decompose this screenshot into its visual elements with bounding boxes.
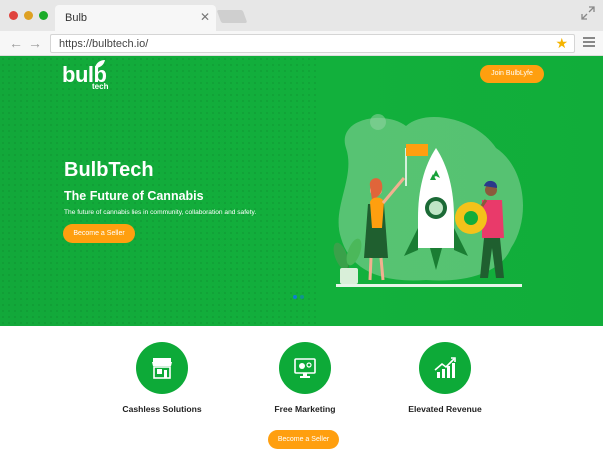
marketing-monitor-icon — [294, 358, 316, 378]
feature-label: Cashless Solutions — [122, 404, 202, 414]
tab-close-icon[interactable]: ✕ — [200, 11, 210, 23]
hero-section: bulb tech Join BulbLyfe BulbTech The Fut… — [0, 56, 603, 326]
browser-tab[interactable]: Bulb ✕ — [55, 5, 216, 31]
feature-icon-circle — [279, 342, 331, 394]
hero-description: The future of cannabis lies in community… — [64, 209, 257, 216]
storefront-icon — [152, 358, 172, 379]
carousel-dot[interactable] — [300, 295, 304, 299]
hamburger-menu-icon[interactable] — [583, 37, 595, 48]
browser-toolbar: ← → https://bulbtech.io/ ★ — [0, 31, 603, 56]
new-tab-button[interactable] — [216, 10, 248, 23]
tab-title: Bulb — [65, 12, 88, 24]
become-seller-bottom-button[interactable]: Become a Seller — [268, 430, 339, 449]
hero-title: BulbTech — [64, 159, 154, 181]
carousel-indicators — [293, 295, 309, 299]
logo-subtext: tech — [92, 82, 109, 91]
feature-cashless-solutions: Cashless Solutions — [97, 342, 227, 417]
address-bar[interactable]: https://bulbtech.io/ ★ — [50, 34, 575, 53]
growth-chart-icon — [434, 357, 456, 378]
become-seller-hero-button[interactable]: Become a Seller — [63, 224, 135, 243]
back-arrow-icon[interactable]: ← — [9, 36, 23, 50]
rocket-team-illustration — [333, 114, 523, 287]
feature-free-marketing: Free Marketing — [240, 342, 370, 417]
feature-icon-circle — [419, 342, 471, 394]
join-bulblyfe-button[interactable]: Join BulbLyfe — [480, 65, 544, 83]
maximize-window-icon[interactable] — [39, 11, 48, 20]
feature-elevated-revenue: Elevated Revenue — [380, 342, 510, 417]
browser-tab-bar: Bulb ✕ — [0, 0, 603, 31]
forward-arrow-icon[interactable]: → — [28, 36, 42, 50]
site-logo[interactable]: bulb tech — [62, 60, 118, 96]
minimize-window-icon[interactable] — [24, 11, 33, 20]
feature-icon-circle — [136, 342, 188, 394]
close-window-icon[interactable] — [9, 11, 18, 20]
fullscreen-icon[interactable] — [581, 6, 595, 20]
bookmark-star-icon[interactable]: ★ — [555, 35, 568, 52]
feature-label: Free Marketing — [274, 404, 336, 414]
url-text[interactable]: https://bulbtech.io/ — [59, 38, 148, 50]
hero-subtitle: The Future of Cannabis — [64, 189, 204, 203]
leaf-icon — [95, 60, 105, 68]
carousel-dot[interactable] — [293, 295, 297, 299]
feature-label: Elevated Revenue — [408, 404, 482, 414]
